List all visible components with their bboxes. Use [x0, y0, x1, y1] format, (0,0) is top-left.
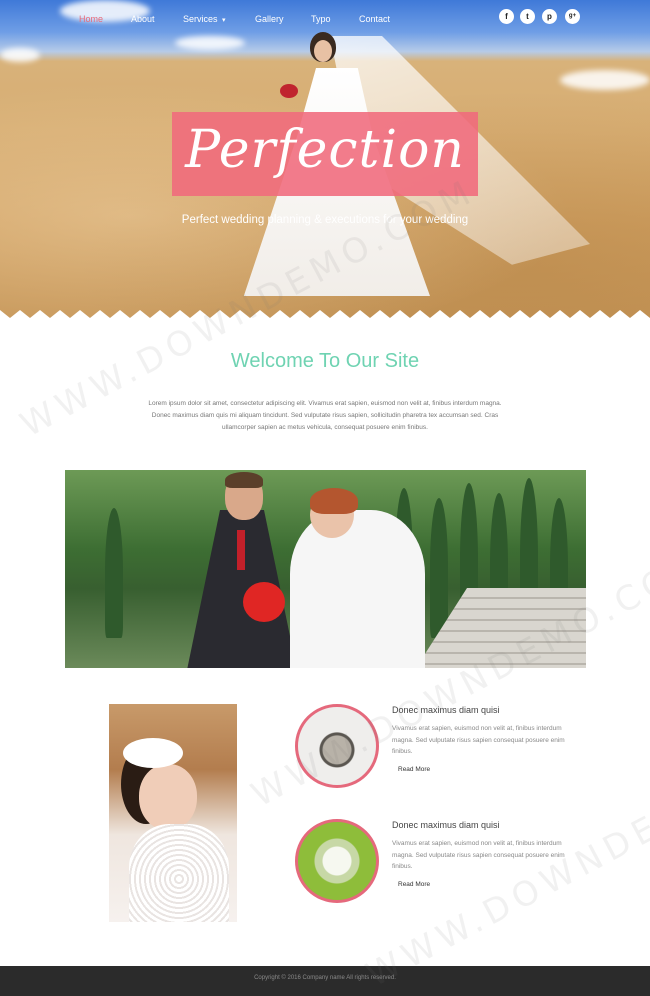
zigzag-divider — [0, 310, 650, 322]
copyright-text: Copyright © 2016 Company name All rights… — [254, 975, 396, 981]
chevron-down-icon: ▾ — [222, 17, 226, 24]
read-more-link[interactable]: Read More — [398, 766, 430, 773]
facebook-icon[interactable]: f — [499, 9, 514, 24]
couple-photo — [65, 470, 586, 668]
footer: Copyright © 2016 Company name All rights… — [0, 966, 650, 996]
read-more-link[interactable]: Read More — [398, 881, 430, 888]
google-plus-icon[interactable]: g+ — [565, 9, 580, 24]
nav-gallery[interactable]: Gallery — [255, 14, 284, 24]
rose-bouquet — [243, 582, 285, 622]
hero-banner: Perfection — [172, 112, 478, 196]
nav-typo[interactable]: Typo — [311, 14, 331, 24]
nav-services-label: Services — [183, 14, 218, 24]
hero-title: Perfection — [185, 120, 465, 180]
hero-tagline: Perfect wedding planning & executions fo… — [181, 214, 469, 226]
nav-about[interactable]: About — [131, 14, 155, 24]
nav-services[interactable]: Services ▾ — [183, 14, 226, 24]
hair-flowers — [123, 738, 183, 768]
flowers-image[interactable] — [295, 819, 379, 903]
pinterest-icon[interactable]: p — [542, 9, 557, 24]
bride-figure — [290, 510, 425, 668]
nav-contact[interactable]: Contact — [359, 14, 390, 24]
twitter-icon[interactable]: t — [520, 9, 535, 24]
feature-title: Donec maximus diam quisi — [392, 820, 500, 830]
nav-home[interactable]: Home — [79, 14, 103, 24]
bouquet — [280, 84, 298, 98]
welcome-text: Lorem ipsum dolor sit amet, consectetur … — [148, 400, 502, 431]
main-nav: Home About Services ▾ Gallery Typo Conta… — [0, 0, 650, 40]
bride-portrait-photo — [109, 704, 237, 922]
